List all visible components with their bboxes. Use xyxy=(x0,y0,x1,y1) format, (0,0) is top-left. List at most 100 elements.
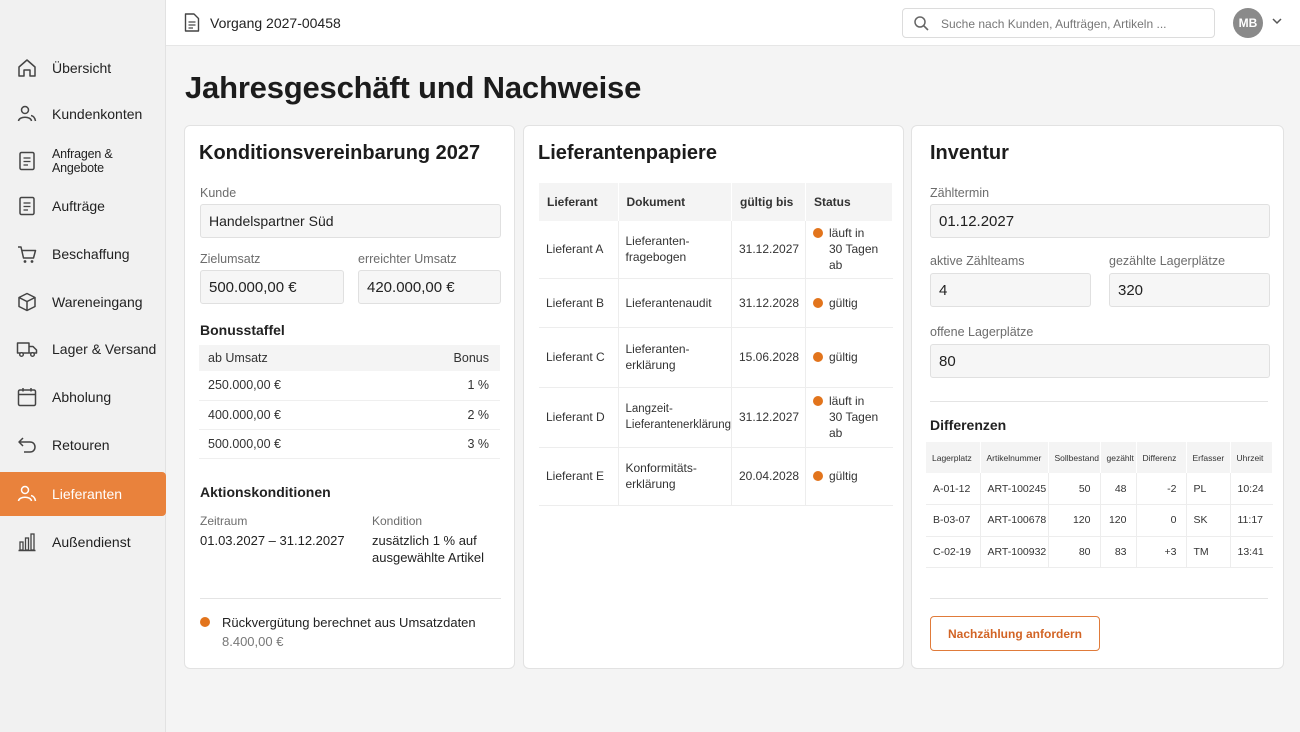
avatar[interactable]: MB xyxy=(1233,8,1263,38)
card-title: Lieferantenpapiere xyxy=(538,142,717,164)
refund-text: Rückvergütung berechnet aus Umsatzdaten xyxy=(222,615,476,630)
document-name: erklärung xyxy=(625,477,676,491)
return-icon xyxy=(18,437,36,453)
document-name: Lieferantenerklärung xyxy=(625,419,732,431)
date-field[interactable]: 01.12.2027 xyxy=(930,204,1270,238)
table-cell: Lieferanten-fragebogen xyxy=(618,221,732,279)
document-icon xyxy=(19,196,35,216)
document-name: Langzeit- xyxy=(625,403,673,415)
table-cell: Langzeit- Lieferantenerklärung xyxy=(618,387,732,448)
document-name: fragebogen xyxy=(625,250,687,265)
sidebar-item-anfragen[interactable]: Anfragen & Angebote xyxy=(0,139,166,183)
differences-table: Lagerplatz Artikelnummer Sollbestand gez… xyxy=(926,442,1273,568)
table-cell: SK xyxy=(1186,504,1231,537)
bonus-title: Bonusstaffel xyxy=(200,322,285,338)
customer-label: Kunde xyxy=(200,186,237,200)
column-header: Sollbestand xyxy=(1048,442,1101,473)
counted-label: gezählte Lagerplätze xyxy=(1109,254,1226,268)
table-cell: gültig xyxy=(805,327,893,388)
action-title: Aktionskonditionen xyxy=(200,484,331,500)
sidebar-item-lieferanten[interactable]: Lieferanten xyxy=(0,472,166,516)
sidebar-item-wareneingang[interactable]: Wareneingang xyxy=(0,280,166,324)
status-text: 30 Tagen ab xyxy=(829,242,879,273)
column-header: gültig bis xyxy=(731,183,806,221)
table-cell: B-03-07 xyxy=(926,504,981,537)
table-cell: 31.12.2027 xyxy=(731,221,806,279)
top-bar: Vorgang 2027-00458 Suche nach Kunden, Au… xyxy=(166,0,1300,46)
column-header: gezählt xyxy=(1100,442,1137,473)
period-value: 01.03.2027 – 31.12.2027 xyxy=(200,533,345,548)
sidebar-item-label: Anfragen & Angebote xyxy=(52,147,113,175)
achieved-field[interactable]: 420.000,00 € xyxy=(358,270,501,304)
sidebar-item-label: Abholung xyxy=(52,389,112,405)
condition-value: ausgewählte Artikel xyxy=(372,550,485,565)
sidebar-item-kundenkonten[interactable]: Kundenkonten xyxy=(0,92,166,136)
sidebar: Übersicht Kundenkonten Anfragen & Angebo… xyxy=(0,0,166,732)
search-placeholder: Suche nach Kunden, Aufträgen, Artikeln .… xyxy=(941,17,1167,31)
table-cell: -2 xyxy=(1136,473,1187,505)
teams-field[interactable]: 4 xyxy=(930,273,1091,307)
status-dot-icon xyxy=(813,471,823,481)
status-dot-icon xyxy=(813,352,823,362)
sidebar-item-aussendienst[interactable]: Außendienst xyxy=(0,520,166,564)
column-header: ab Umsatz xyxy=(199,345,392,371)
table-cell: läuft in 30 Tagen ab xyxy=(805,387,893,448)
sidebar-item-lager-versand[interactable]: Lager & Versand xyxy=(0,327,166,371)
condition-label: Kondition xyxy=(372,514,423,528)
column-header: Uhrzeit xyxy=(1230,442,1273,473)
table-cell: Lieferant C xyxy=(539,327,619,388)
table-row[interactable]: Lieferant B Lieferantenaudit 31.12.2028 … xyxy=(539,278,893,328)
cart-icon xyxy=(18,246,37,263)
table-cell: PL xyxy=(1186,473,1231,505)
table-cell: 80 xyxy=(1048,536,1101,568)
sidebar-item-label: Aufträge xyxy=(52,198,105,214)
table-cell: Konformitäts-erklärung xyxy=(618,447,732,506)
table-cell: gültig xyxy=(805,447,893,506)
target-field[interactable]: 500.000,00 € xyxy=(200,270,344,304)
status-text: 30 Tagen ab xyxy=(829,410,879,440)
table-cell: ART-100932 xyxy=(980,536,1049,568)
table-row: 400.000,00 €2 % xyxy=(199,400,500,430)
chevron-down-icon[interactable] xyxy=(1270,14,1284,28)
sidebar-item-label: Übersicht xyxy=(52,60,112,76)
sidebar-item-beschaffung[interactable]: Beschaffung xyxy=(0,232,166,276)
conditions-card: Konditionsvereinbarung 2027 Kunde Handel… xyxy=(184,125,515,669)
divider xyxy=(930,401,1268,402)
table-row[interactable]: Lieferant D Langzeit- Lieferantenerklärun… xyxy=(539,387,893,448)
home-icon xyxy=(18,59,36,77)
request-recount-button[interactable]: Nachzählung anfordern xyxy=(930,616,1100,651)
sidebar-item-abholung[interactable]: Abholung xyxy=(0,375,166,419)
box-icon xyxy=(18,292,36,312)
table-cell: gültig xyxy=(805,278,893,328)
sidebar-item-label: Lieferanten xyxy=(52,486,123,502)
bonus-table: ab Umsatz Bonus 250.000,00 €1 % 400.000,… xyxy=(199,345,500,459)
table-row[interactable]: Lieferant A Lieferanten-fragebogen 31.12… xyxy=(539,221,893,279)
table-cell: Lieferant B xyxy=(539,278,619,328)
sidebar-item-retouren[interactable]: Retouren xyxy=(0,423,166,467)
table-cell: A-01-12 xyxy=(926,473,981,505)
search-input[interactable]: Suche nach Kunden, Aufträgen, Artikeln .… xyxy=(902,8,1215,38)
page-title: Jahresgeschäft und Nachweise xyxy=(185,70,642,105)
column-header: Dokument xyxy=(618,183,732,221)
table-row: A-01-12 ART-100245 50 48 -2 PL 10:24 xyxy=(926,473,1273,505)
card-title: Konditionsvereinbarung 2027 xyxy=(199,142,481,164)
table-row[interactable]: Lieferant E Konformitäts-erklärung 20.04… xyxy=(539,447,893,506)
column-header: Artikelnummer xyxy=(980,442,1049,473)
document-name: Konformitäts- xyxy=(625,461,697,475)
sidebar-item-auftraege[interactable]: Aufträge xyxy=(0,184,166,228)
period-label: Zeitraum xyxy=(200,514,248,528)
customer-field[interactable]: Handelspartner Süd xyxy=(200,204,501,238)
table-cell: 120 xyxy=(1100,504,1137,537)
sidebar-item-label: Retouren xyxy=(52,437,110,453)
column-header: Status xyxy=(805,183,893,221)
table-row[interactable]: Lieferant C Lieferanten-erklärung 15.06.… xyxy=(539,327,893,388)
supplier-documents-table: Lieferant Dokument gültig bis Status Lie… xyxy=(539,183,893,506)
counted-field[interactable]: 320 xyxy=(1109,273,1270,307)
sidebar-item-uebersicht[interactable]: Übersicht xyxy=(0,46,166,90)
achieved-label: erreichter Umsatz xyxy=(358,252,457,266)
open-field[interactable]: 80 xyxy=(930,344,1270,378)
status-text: gültig xyxy=(829,350,858,364)
users-icon xyxy=(17,105,37,122)
open-label: offene Lagerplätze xyxy=(930,325,1034,339)
diff-title: Differenzen xyxy=(930,417,1007,433)
